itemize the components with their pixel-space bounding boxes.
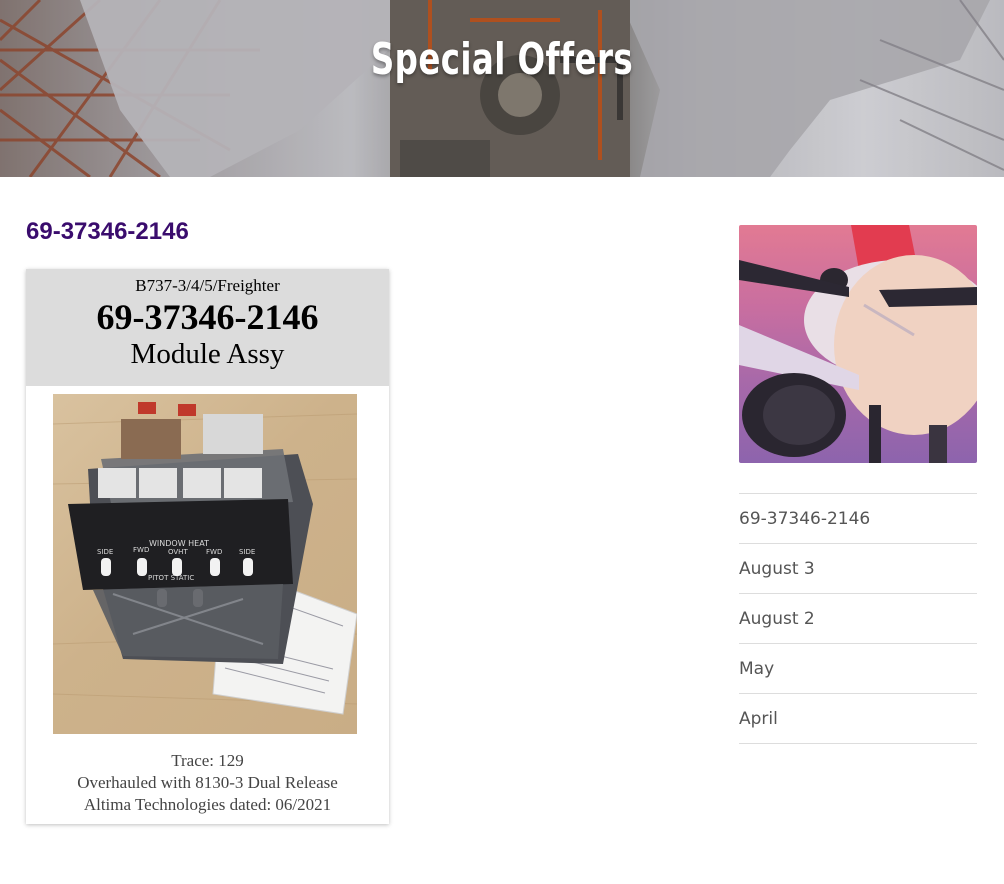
sidebar-link[interactable]: April [739, 694, 977, 744]
offer-card: B737-3/4/5/Freighter 69-37346-2146 Modul… [26, 269, 389, 824]
hero-background-image [0, 0, 1004, 177]
sidebar-aircraft-image [739, 225, 977, 463]
sidebar-link[interactable]: 69-37346-2146 [739, 494, 977, 544]
panel-switch-label: SIDE [97, 548, 113, 556]
sidebar-link[interactable]: August 3 [739, 544, 977, 594]
hero-banner: Special Offers [0, 0, 1004, 177]
panel-switch-label: OVHT [168, 548, 188, 556]
panel-switch-label: SIDE [239, 548, 255, 556]
post-title[interactable]: 69-37346-2146 [26, 218, 189, 246]
aircraft-applicability: B737-3/4/5/Freighter [135, 276, 280, 295]
trace-note: Trace: 129 [171, 751, 244, 770]
offer-notes: Trace: 129 Overhauled with 8130-3 Dual R… [26, 750, 389, 816]
part-name: Module Assy [130, 338, 285, 370]
sidebar-link[interactable]: May [739, 644, 977, 694]
panel-pitot-static-label: PITOT STATIC [148, 574, 194, 582]
offer-card-header: B737-3/4/5/Freighter 69-37346-2146 Modul… [26, 269, 389, 386]
part-number: 69-37346-2146 [96, 297, 319, 337]
sidebar-link[interactable]: August 2 [739, 594, 977, 644]
sidebar-recent-posts: 69-37346-2146 August 3 August 2 May Apri… [739, 493, 977, 744]
panel-switch-label: FWD [206, 548, 222, 556]
vendor-note: Altima Technologies dated: 06/2021 [83, 795, 332, 814]
panel-switch-label: FWD [133, 546, 149, 554]
part-photo: WINDOW HEAT SIDE FWD OVHT FWD SIDE PITOT… [53, 394, 357, 734]
panel-window-heat-label: WINDOW HEAT [149, 539, 209, 548]
overhaul-note: Overhauled with 8130-3 Dual Release [77, 773, 338, 792]
page-title: Special Offers [370, 34, 634, 85]
